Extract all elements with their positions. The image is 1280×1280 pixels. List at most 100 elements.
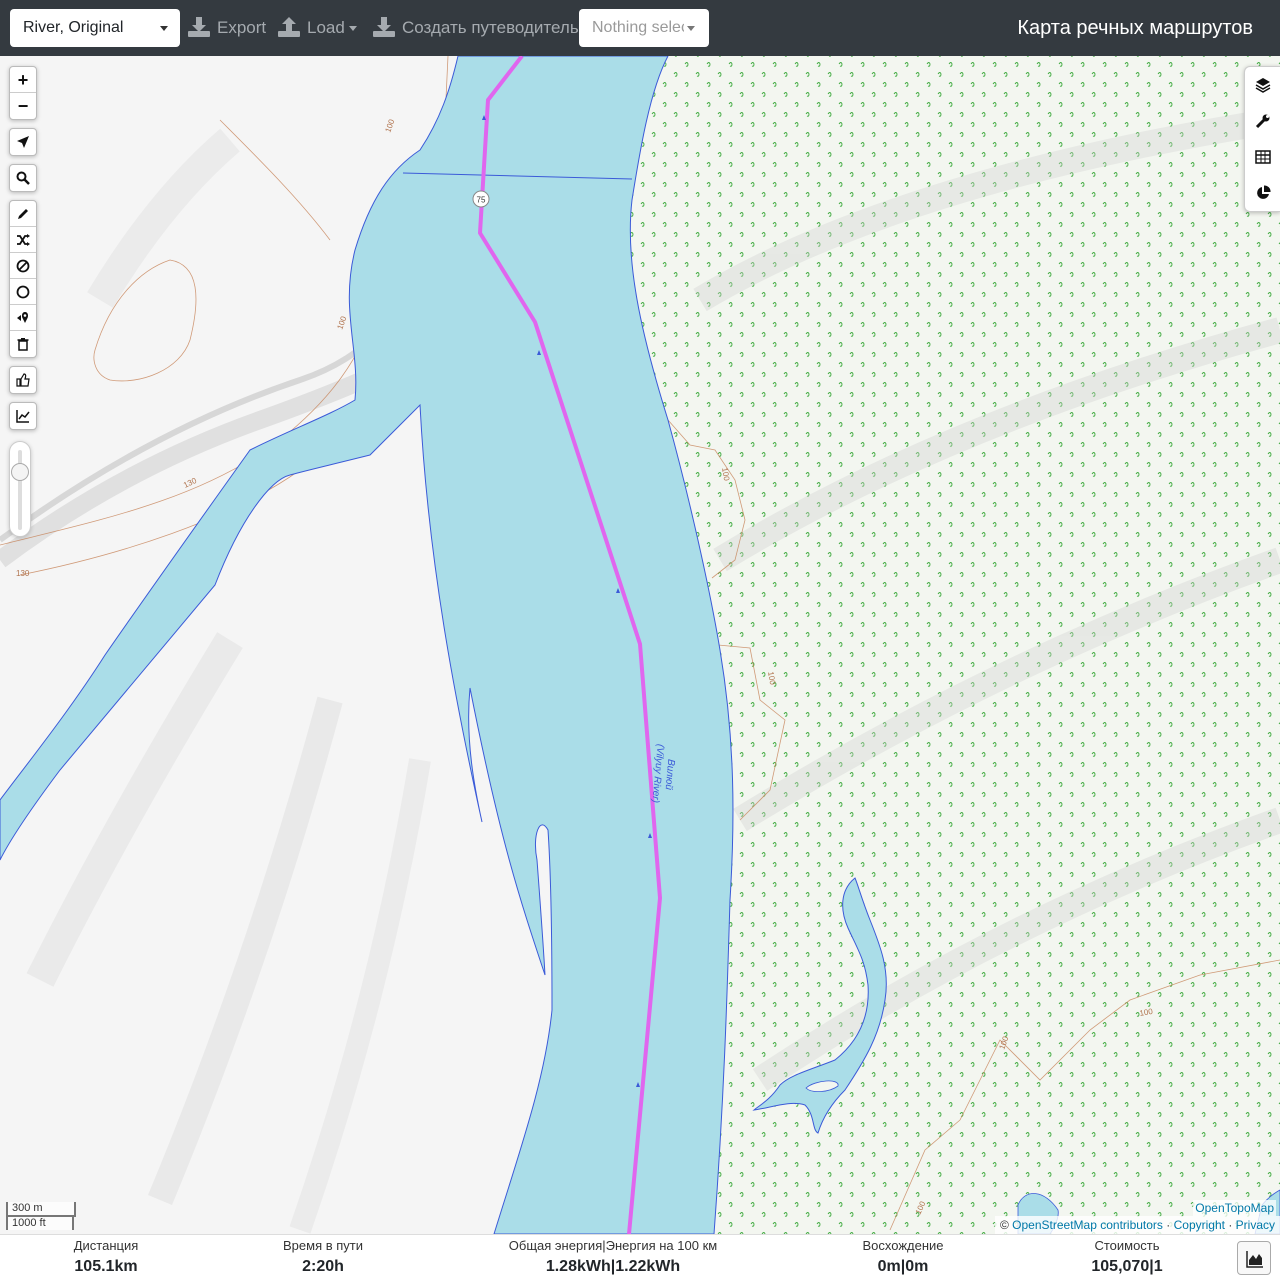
copyright-symbol: © (999, 1218, 1009, 1232)
time-number: 2:20 (302, 1258, 335, 1275)
stat-distance-title: Дистанция (73, 1238, 139, 1253)
zoom-out-button[interactable]: − (10, 93, 36, 119)
thumbs-up-icon (16, 373, 30, 387)
right-toolbar (1244, 66, 1280, 212)
elevation-button[interactable] (10, 403, 36, 429)
locate-control (9, 128, 37, 156)
energy-total-number: 1.28 (545, 1258, 577, 1275)
osm-link[interactable]: OpenStreetMap contributors (1012, 1218, 1163, 1232)
search-icon (16, 171, 30, 185)
app-title: Карта речных маршрутов (1017, 17, 1253, 39)
wrench-icon (1255, 114, 1270, 129)
zoom-in-button[interactable]: + (10, 67, 36, 93)
forest-pattern (630, 56, 1280, 1234)
attribution-separator: · (1228, 1218, 1233, 1232)
line-chart-icon (16, 410, 30, 423)
track-select[interactable]: Nothing selected (579, 9, 709, 47)
descent-unit: m (914, 1258, 929, 1275)
location-arrow-icon (17, 136, 29, 148)
stat-energy-title: Общая энергия|Энергия на 100 км (508, 1238, 718, 1253)
draw-route-button[interactable] (10, 201, 36, 227)
map-view[interactable]: 100 100 130 130 100 100 100 100 100 75 В… (0, 56, 1280, 1234)
create-guide-label: Создать путеводитель (402, 18, 579, 37)
route-stats-bar: Дистанция 105.1km Время в пути 2:20h Общ… (0, 1234, 1280, 1280)
table-icon (1255, 150, 1271, 164)
load-button[interactable]: Load (278, 9, 360, 47)
statistics-button[interactable] (1245, 175, 1280, 211)
map-canvas[interactable]: 100 100 130 130 100 100 100 100 100 75 В… (0, 56, 1280, 1234)
search-button[interactable] (10, 165, 36, 191)
ascent-number: 0 (877, 1258, 887, 1275)
stat-time: Время в пути 2:20h (258, 1235, 388, 1278)
copyright-link[interactable]: Copyright (1174, 1218, 1225, 1232)
area-chart-icon (1246, 1251, 1263, 1268)
stat-ascent-value: 0m|0m (843, 1256, 963, 1278)
map-attribution: © OpenStreetMap contributors · Copyright… (994, 1216, 1280, 1234)
poi-button[interactable] (10, 305, 36, 331)
attribution-separator: · (1166, 1218, 1171, 1232)
pie-chart-icon (1257, 185, 1271, 199)
stat-cost-title: Стоимость (1094, 1238, 1160, 1253)
chevron-down-icon (160, 26, 168, 31)
search-control (9, 164, 37, 192)
circle-button[interactable] (10, 279, 36, 305)
download-icon (188, 17, 210, 37)
map-marker-icon (17, 312, 29, 323)
slider-track (18, 450, 22, 530)
contour-label: 130 (16, 569, 30, 578)
distance-unit: km (114, 1258, 138, 1275)
table-button[interactable] (1245, 139, 1280, 175)
draw-toolbar (9, 200, 37, 358)
profile-select-label: River, Original (23, 19, 124, 36)
time-unit: h (334, 1258, 344, 1275)
energy-total-unit: kWh (576, 1258, 611, 1275)
pencil-icon (18, 209, 28, 219)
locate-button[interactable] (10, 129, 36, 155)
stat-energy-value: 1.28kWh|1.22kWh (493, 1256, 733, 1278)
stat-cost-value: 105,070|1 (1068, 1256, 1186, 1278)
settings-button[interactable] (1245, 103, 1280, 139)
create-guide-button[interactable]: Создать путеводитель (373, 9, 579, 47)
energy-per100-unit: kWh (646, 1258, 681, 1275)
elevation-control (9, 402, 37, 430)
zoom-control: + − (9, 66, 37, 120)
stat-distance: Дистанция 105.1km (40, 1235, 172, 1278)
stat-ascent-title: Восхождение (862, 1238, 944, 1253)
trash-icon (17, 338, 29, 351)
slider-handle[interactable] (11, 463, 29, 481)
stat-cost: Стоимость 105,070|1 (1068, 1235, 1186, 1278)
load-label: Load (307, 18, 345, 37)
energy-per100-number: 1.22 (615, 1258, 647, 1275)
tile-attribution[interactable]: OpenTopoMap (1193, 1200, 1276, 1216)
chevron-down-icon (687, 26, 695, 31)
shuffle-icon (17, 234, 30, 246)
profile-select[interactable]: River, Original (10, 9, 180, 47)
route-number: 75 (477, 196, 486, 205)
feedback-button[interactable] (10, 367, 36, 393)
top-navbar: River, Original Export Load Создать путе… (0, 0, 1280, 56)
ascent-unit: m (886, 1258, 901, 1275)
download-icon (373, 17, 395, 37)
ban-icon (16, 259, 30, 273)
export-button[interactable]: Export (188, 9, 268, 47)
upload-icon (278, 17, 300, 37)
stat-distance-value: 105.1km (40, 1256, 172, 1278)
descent-number: 0 (905, 1258, 915, 1275)
stat-ascent: Восхождение 0m|0m (843, 1235, 963, 1278)
stat-time-value: 2:20h (258, 1256, 388, 1278)
thumb-control (9, 366, 37, 394)
elevation-chart-button[interactable] (1237, 1241, 1271, 1275)
cost-count: 1 (1153, 1258, 1163, 1275)
circle-icon (16, 285, 30, 299)
layers-button[interactable] (1245, 67, 1280, 103)
delete-route-button[interactable] (10, 331, 36, 357)
no-go-area-button[interactable] (10, 253, 36, 279)
cost-number: 105,070 (1091, 1258, 1150, 1275)
privacy-link[interactable]: Privacy (1236, 1218, 1275, 1232)
chevron-down-icon (349, 26, 357, 31)
reverse-route-button[interactable] (10, 227, 36, 253)
stat-energy: Общая энергия|Энергия на 100 км 1.28kWh|… (493, 1235, 733, 1278)
opacity-slider[interactable] (9, 441, 31, 537)
scale-imperial: 1000 ft (6, 1215, 74, 1230)
layers-icon (1255, 78, 1271, 93)
